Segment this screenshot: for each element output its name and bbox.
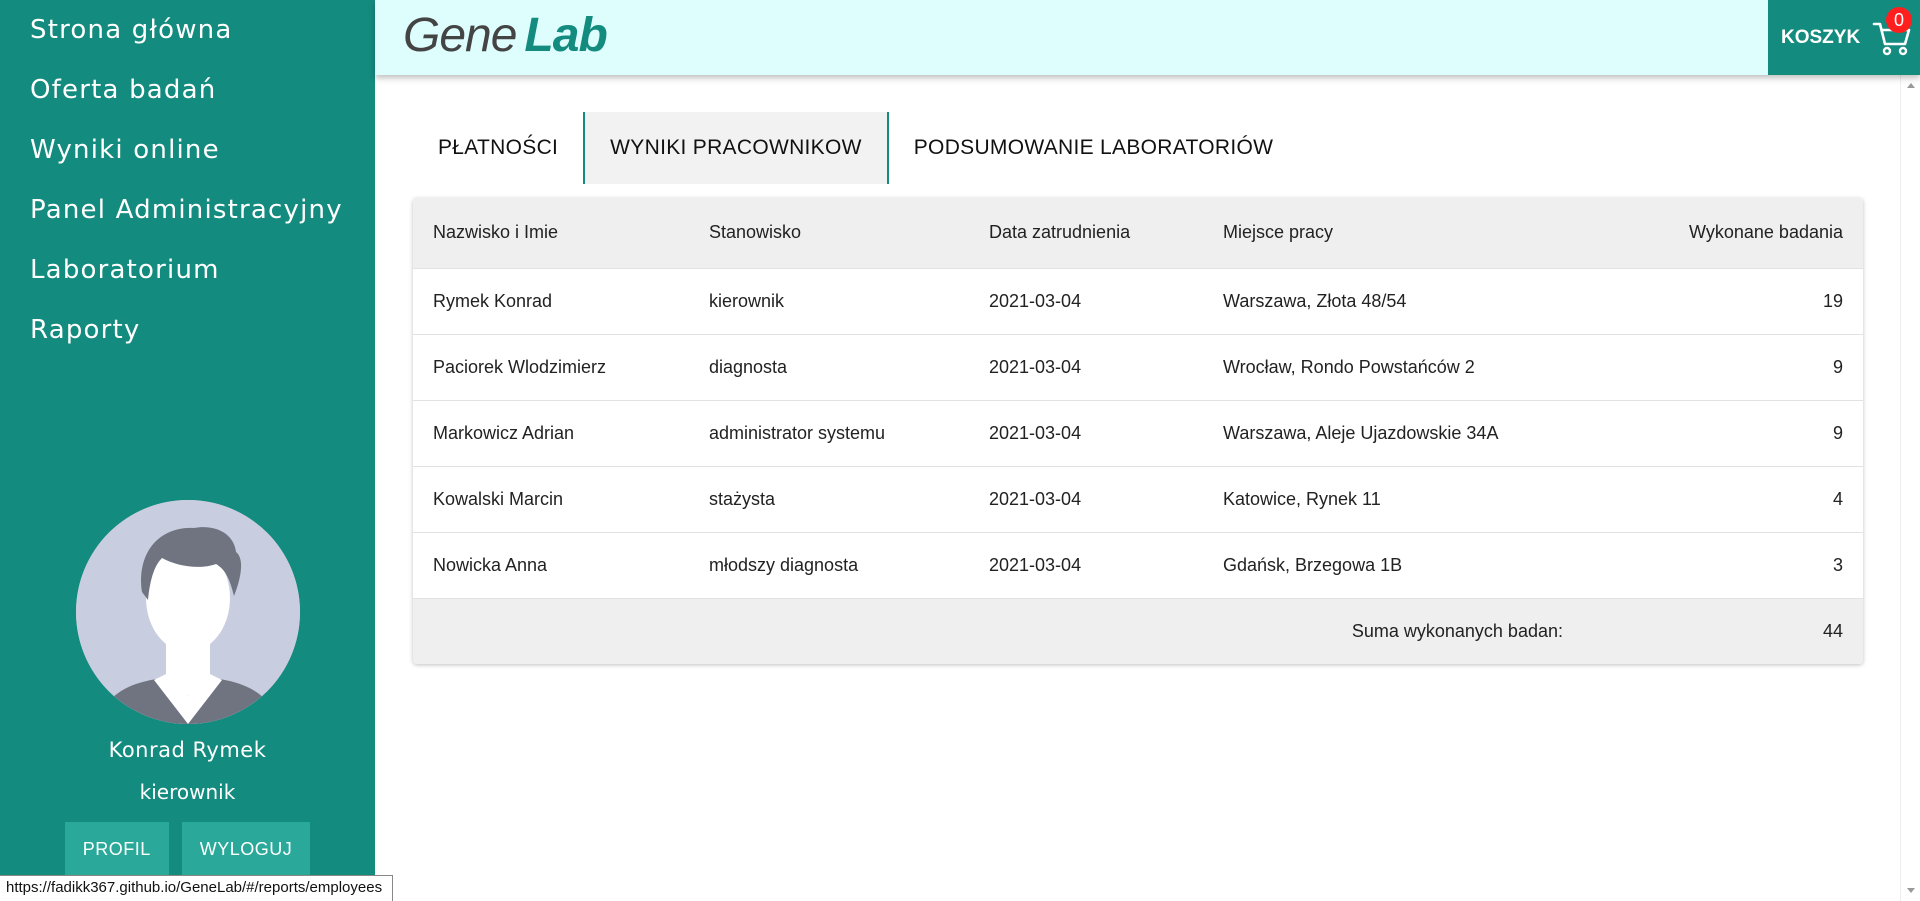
col-header-tests-done: Wykonane badania [1689, 222, 1843, 243]
col-header-workplace: Miejsce pracy [1223, 222, 1334, 243]
cell-tests-done: 3 [1832, 554, 1843, 575]
tab-payments[interactable]: PŁATNOŚCI [413, 112, 583, 184]
col-header-position: Stanowisko [709, 222, 802, 243]
cell-position: stażysta [709, 488, 776, 509]
cell-tests-done: 4 [1832, 488, 1843, 509]
user-role: kierownik [139, 780, 236, 804]
report-tabs: PŁATNOŚCI WYNIKI PRACOWNIKOW PODSUMOWANI… [413, 112, 1298, 184]
total-tests-label: Suma wykonanych badan: [1351, 620, 1563, 641]
logo-part-lab: Lab [524, 9, 607, 62]
total-tests-value: 44 [1822, 620, 1843, 641]
avatar [75, 500, 300, 724]
col-header-name: Nazwisko i Imie [433, 222, 559, 243]
cell-name: Rymek Konrad [433, 290, 553, 311]
user-profile: Konrad Rymek kierownik PROFIL WYLOGUJ [0, 500, 375, 876]
col-header-hire-date: Data zatrudnienia [989, 222, 1131, 243]
cell-workplace: Gdańsk, Brzegowa 1B [1223, 554, 1403, 575]
cell-name: Nowicka Anna [433, 554, 548, 575]
cell-hire-date: 2021-03-04 [989, 488, 1082, 509]
cell-position: administrator systemu [709, 422, 886, 443]
status-bar-url: https://fadikk367.github.io/GeneLab/#/re… [0, 875, 394, 901]
user-avatar-icon [75, 500, 300, 724]
table-row: Rymek Konrad kierownik 2021-03-04 Warsza… [413, 268, 1863, 334]
table-row: Kowalski Marcin stażysta 2021-03-04 Kato… [413, 466, 1863, 532]
cell-hire-date: 2021-03-04 [989, 422, 1082, 443]
sidebar-item-offer[interactable]: Oferta badań [0, 72, 375, 132]
cell-position: diagnosta [709, 356, 788, 377]
sidebar-nav: Strona główna Oferta badań Wyniki online… [0, 0, 375, 372]
scroll-up-icon[interactable] [1907, 83, 1915, 88]
table-row: Markowicz Adrian administrator systemu 2… [413, 400, 1863, 466]
tab-employee-results[interactable]: WYNIKI PRACOWNIKOW [583, 112, 889, 184]
cell-hire-date: 2021-03-04 [989, 290, 1082, 311]
cell-tests-done: 9 [1832, 356, 1843, 377]
cell-workplace: Wrocław, Rondo Powstańców 2 [1223, 356, 1475, 377]
table-row: Paciorek Wlodzimierz diagnosta 2021-03-0… [413, 334, 1863, 400]
tab-laboratory-summary[interactable]: PODSUMOWANIE LABORATORIÓW [889, 112, 1298, 184]
table-row: Nowicka Anna młodszy diagnosta 2021-03-0… [413, 532, 1863, 598]
cell-hire-date: 2021-03-04 [989, 356, 1082, 377]
cell-workplace: Katowice, Rynek 11 [1223, 488, 1381, 509]
cell-tests-done: 9 [1832, 422, 1843, 443]
logo[interactable]: Gene Lab [403, 8, 608, 63]
table-footer-row: Suma wykonanych badan: 44 [413, 598, 1863, 664]
sidebar: Strona główna Oferta badań Wyniki online… [0, 0, 375, 901]
logout-button[interactable]: WYLOGUJ [181, 822, 311, 876]
page-scrollbar[interactable] [1900, 75, 1920, 901]
cell-workplace: Warszawa, Aleje Ujazdowskie 34A [1223, 422, 1499, 443]
profile-button[interactable]: PROFIL [64, 822, 169, 876]
employees-table-card: Nazwisko i Imie Stanowisko Data zatrudni… [413, 198, 1863, 664]
employees-table: Nazwisko i Imie Stanowisko Data zatrudni… [413, 198, 1863, 664]
sidebar-item-results-online[interactable]: Wyniki online [0, 132, 375, 192]
cell-hire-date: 2021-03-04 [989, 554, 1082, 575]
cell-name: Paciorek Wlodzimierz [433, 356, 607, 377]
cart-count-badge: 0 [1886, 7, 1912, 33]
cart-label: KOSZYK [1781, 26, 1861, 48]
sidebar-item-laboratory[interactable]: Laboratorium [0, 252, 375, 312]
sidebar-item-admin-panel[interactable]: Panel Administracyjny [0, 192, 375, 252]
sidebar-item-home[interactable]: Strona główna [0, 12, 375, 72]
cell-tests-done: 19 [1822, 290, 1843, 311]
header: Gene Lab KOSZYK 0 [375, 0, 1920, 75]
cell-name: Kowalski Marcin [433, 488, 564, 509]
table-header-row: Nazwisko i Imie Stanowisko Data zatrudni… [413, 198, 1863, 268]
cart-button[interactable]: KOSZYK 0 [1768, 0, 1920, 75]
profile-buttons: PROFIL WYLOGUJ [0, 822, 375, 876]
scroll-down-icon[interactable] [1907, 888, 1915, 893]
user-name: Konrad Rymek [108, 738, 267, 762]
cell-name: Markowicz Adrian [433, 422, 575, 443]
cell-position: młodszy diagnosta [709, 554, 859, 575]
cell-position: kierownik [709, 290, 785, 311]
sidebar-item-reports[interactable]: Raporty [0, 312, 375, 372]
cell-workplace: Warszawa, Złota 48/54 [1223, 290, 1407, 311]
logo-part-gene: Gene [403, 9, 517, 62]
